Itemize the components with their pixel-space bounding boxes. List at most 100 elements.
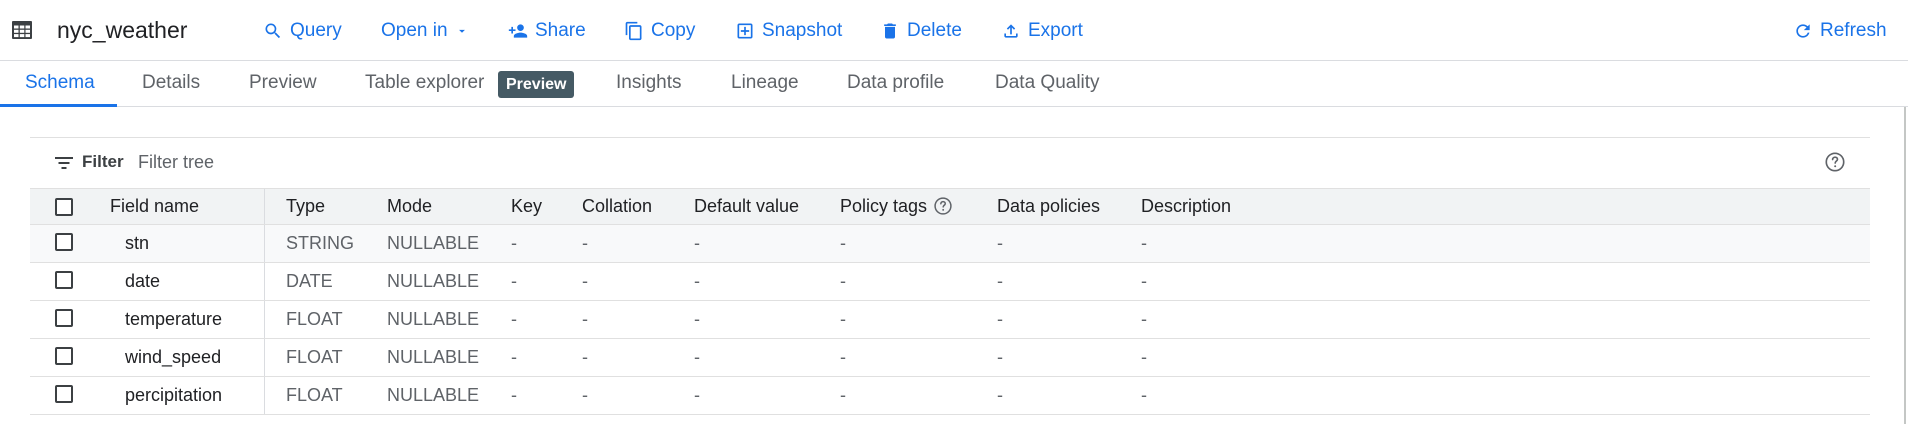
trash-icon <box>884 23 896 39</box>
field-name: percipitation <box>125 385 223 405</box>
tab-schema[interactable]: Schema <box>25 61 95 107</box>
row-checkbox[interactable] <box>55 233 73 251</box>
field-type: FLOAT <box>286 385 343 405</box>
tab-lineage[interactable]: Lineage <box>731 61 799 107</box>
table-title: nyc_weather <box>57 17 188 43</box>
row-checkbox[interactable] <box>55 309 73 327</box>
filter-label: Filter <box>82 152 124 171</box>
field-policy-tags: - <box>840 309 846 329</box>
field-type: FLOAT <box>286 309 343 329</box>
filter-icon <box>55 157 73 169</box>
open-in-button[interactable]: Open in <box>381 18 469 44</box>
refresh-icon <box>1796 24 1810 38</box>
field-description: - <box>1141 233 1147 253</box>
help-icon[interactable] <box>933 196 953 216</box>
snapshot-button[interactable]: Snapshot <box>735 18 842 44</box>
column-header-key[interactable]: Key <box>511 189 542 224</box>
field-type: STRING <box>286 233 355 253</box>
field-name: date <box>125 271 161 291</box>
copy-button[interactable]: Copy <box>624 18 695 44</box>
field-data-policies: - <box>997 271 1003 291</box>
field-mode: NULLABLE <box>387 309 480 329</box>
filter-input[interactable] <box>138 148 538 176</box>
tab-data-profile[interactable]: Data profile <box>847 61 944 107</box>
field-default-value: - <box>694 347 700 367</box>
tab-preview[interactable]: Preview <box>249 61 317 107</box>
export-button[interactable]: Export <box>1001 18 1083 44</box>
field-collation: - <box>582 233 588 253</box>
copy-button-label: Copy <box>651 20 696 41</box>
refresh-button-label: Refresh <box>1820 20 1887 41</box>
field-description: - <box>1141 271 1147 291</box>
field-description: - <box>1141 309 1147 329</box>
column-header-field-name[interactable]: Field name <box>110 189 199 224</box>
filter-bar: Filter <box>30 138 1870 188</box>
delete-button-label: Delete <box>907 20 962 41</box>
table-row[interactable]: wind_speed FLOAT NULLABLE - - - - - - <box>30 339 1870 377</box>
tab-insights[interactable]: Insights <box>616 61 681 107</box>
column-header-data-policies[interactable]: Data policies <box>997 189 1100 224</box>
tab-data-quality[interactable]: Data Quality <box>995 61 1100 107</box>
field-data-policies: - <box>997 385 1003 405</box>
field-description: - <box>1141 385 1147 405</box>
select-all-checkbox[interactable] <box>55 198 73 216</box>
tab-details[interactable]: Details <box>142 61 200 107</box>
caret-down-icon <box>458 29 465 33</box>
active-tab-indicator <box>0 104 117 107</box>
column-divider <box>264 301 265 338</box>
field-name: temperature <box>125 309 223 329</box>
field-default-value: - <box>694 271 700 291</box>
field-data-policies: - <box>997 347 1003 367</box>
field-type: FLOAT <box>286 347 343 367</box>
help-icon[interactable] <box>1824 151 1846 173</box>
column-divider <box>264 263 265 300</box>
tab-bar: Schema Details Preview Table explorer Pr… <box>0 61 1908 107</box>
field-key: - <box>511 347 517 367</box>
field-key: - <box>511 233 517 253</box>
field-name: stn <box>125 233 150 253</box>
column-divider <box>264 189 265 224</box>
field-mode: NULLABLE <box>387 385 480 405</box>
vertical-scrollbar[interactable] <box>1904 107 1906 424</box>
field-name: wind_speed <box>125 347 222 367</box>
table-header-row: Field name Type Mode Key Collation Defau… <box>30 188 1870 225</box>
field-policy-tags: - <box>840 233 846 253</box>
table-row[interactable]: stn STRING NULLABLE - - - - - - <box>30 225 1870 263</box>
field-key: - <box>511 309 517 329</box>
field-type: DATE <box>286 271 333 291</box>
field-description: - <box>1141 347 1147 367</box>
refresh-button[interactable]: Refresh <box>1793 18 1887 44</box>
column-header-collation[interactable]: Collation <box>582 189 652 224</box>
column-divider <box>264 339 265 376</box>
field-data-policies: - <box>997 233 1003 253</box>
snapshot-button-label: Snapshot <box>762 20 843 41</box>
column-header-type[interactable]: Type <box>286 189 325 224</box>
policy-tags-label: Policy tags <box>840 196 928 216</box>
table-row[interactable]: date DATE NULLABLE - - - - - - <box>30 263 1870 301</box>
row-checkbox[interactable] <box>55 271 73 289</box>
table-row[interactable]: temperature FLOAT NULLABLE - - - - - - <box>30 301 1870 339</box>
person-add-icon <box>508 24 528 38</box>
row-checkbox[interactable] <box>55 347 73 365</box>
table-row[interactable]: percipitation FLOAT NULLABLE - - - - - - <box>30 377 1870 415</box>
share-button[interactable]: Share <box>508 18 586 44</box>
upload-icon <box>1004 24 1018 38</box>
snapshot-icon <box>737 23 753 39</box>
field-collation: - <box>582 385 588 405</box>
column-header-description[interactable]: Description <box>1141 189 1231 224</box>
field-default-value: - <box>694 385 700 405</box>
tab-table-explorer[interactable]: Table explorer <box>365 61 484 107</box>
table-icon <box>12 21 32 39</box>
query-button[interactable]: Query <box>263 18 342 44</box>
row-checkbox[interactable] <box>55 385 73 403</box>
column-header-default-value[interactable]: Default value <box>694 189 799 224</box>
query-button-label: Query <box>290 20 342 41</box>
field-policy-tags: - <box>840 347 846 367</box>
field-default-value: - <box>694 309 700 329</box>
field-collation: - <box>582 271 588 291</box>
column-header-policy-tags[interactable]: Policy tags <box>840 189 953 224</box>
delete-button[interactable]: Delete <box>880 18 962 44</box>
field-collation: - <box>582 347 588 367</box>
column-header-mode[interactable]: Mode <box>387 189 432 224</box>
field-key: - <box>511 385 517 405</box>
